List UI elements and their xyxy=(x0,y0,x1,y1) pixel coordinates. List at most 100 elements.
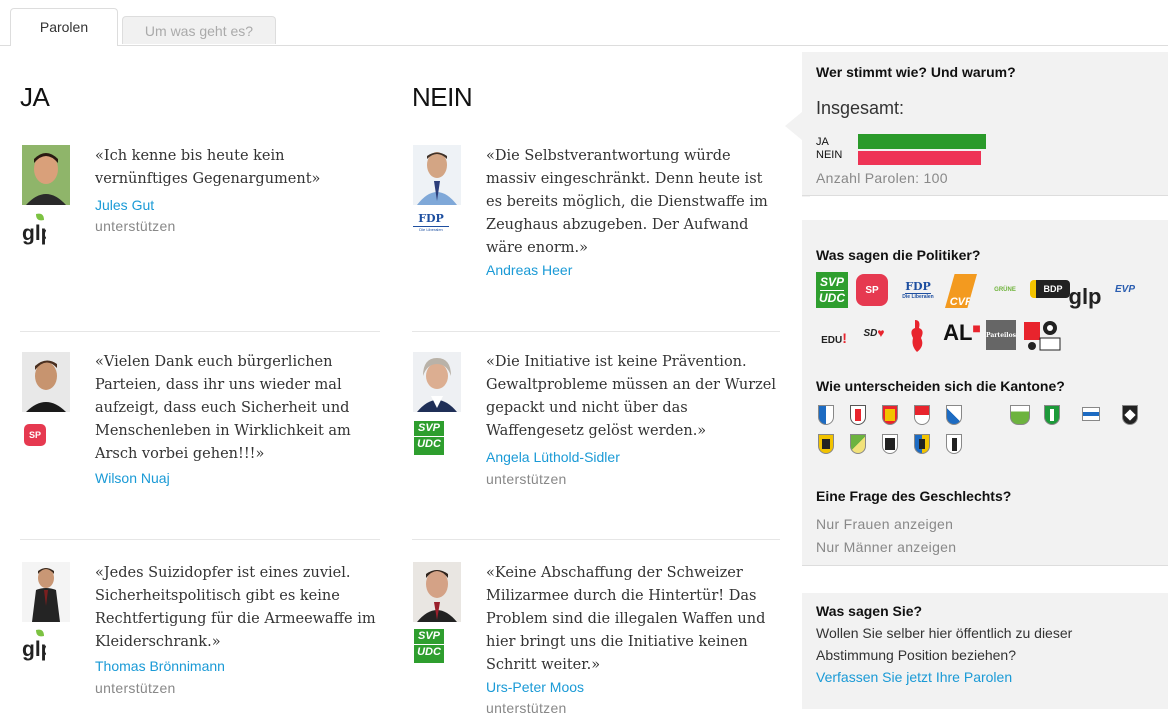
nein-heading: NEIN xyxy=(412,82,473,112)
parteilos-label: Parteilos xyxy=(986,331,1016,339)
nein-quote-1: «Die Selbstverantwortung würde massiv ei… xyxy=(486,148,768,256)
fdp-party-label: FDP xyxy=(905,279,931,294)
tab-um-was-geht-es[interactable]: Um was geht es? xyxy=(122,16,276,44)
svp-logo-bottom: UDC xyxy=(417,646,441,658)
edu-party-label: EDU xyxy=(821,335,843,346)
al-party-button[interactable]: AL ■ xyxy=(942,320,982,346)
canton-appenzell-icon[interactable] xyxy=(1122,405,1138,425)
summary-overall: Insgesamt: xyxy=(816,98,905,118)
canton-zug-icon[interactable] xyxy=(1082,407,1100,421)
women-filter-link[interactable]: Nur Frauen anzeigen xyxy=(816,516,953,532)
nein-name-2[interactable]: Angela Lüthold-Sidler xyxy=(486,449,620,465)
fdp-party-button[interactable]: FDP Die Liberalen xyxy=(900,274,936,306)
edu-party-button[interactable]: EDU! xyxy=(816,320,852,346)
men-filter-link[interactable]: Nur Männer anzeigen xyxy=(816,539,956,555)
ja-quote-1: «Ich kenne bis heute kein vernünftiges G… xyxy=(95,148,321,187)
avatar xyxy=(22,145,70,205)
svp-logo-top: SVP xyxy=(414,629,444,645)
canton-schaffhausen-icon[interactable] xyxy=(850,405,866,425)
canton-solothurn-icon[interactable] xyxy=(914,405,930,425)
fdp-party-sub: Die Liberalen xyxy=(902,293,934,300)
nein-quote-2: «Die Initiative ist keine Prävention. Ge… xyxy=(486,354,777,439)
cvp-party-label: CVP xyxy=(949,296,973,308)
canton-thurgau-icon[interactable] xyxy=(1010,405,1030,425)
svp-logo-top: SVP xyxy=(414,421,444,437)
fdp-logo: FDP Die Liberalen xyxy=(413,212,449,233)
avatar xyxy=(22,352,70,412)
svg-text:glp: glp xyxy=(22,222,46,245)
tab-parolen[interactable]: Parolen xyxy=(10,8,118,46)
nein-bar xyxy=(858,151,981,165)
ja-quote-3: «Jedes Suizidopfer ist eines zuviel. Sic… xyxy=(95,565,376,650)
nein-quote-3: «Keine Abschaffung der Schweizer Milizar… xyxy=(486,565,766,673)
canton-bern-icon[interactable] xyxy=(882,405,898,425)
canton-basel-icon[interactable] xyxy=(946,434,962,454)
canton-figure-icon xyxy=(855,409,861,421)
ja-support-3[interactable]: unterstützen xyxy=(95,680,176,696)
canton-lion-icon xyxy=(822,439,830,449)
parolen-count: Anzahl Parolen: 100 xyxy=(816,170,948,186)
your-opinion-text-2: Abstimmung Position beziehen? xyxy=(816,647,1017,663)
avatar xyxy=(413,352,461,412)
canton-obwalden-icon[interactable] xyxy=(914,434,930,454)
svp-logo: SVP UDC xyxy=(414,629,444,663)
summary-panel: Wer stimmt wie? Und warum? Insgesamt: JA… xyxy=(802,52,1168,196)
gruene-party-button[interactable]: GRÜNE xyxy=(985,280,1025,300)
sp-party-label: SP xyxy=(865,284,879,296)
divider xyxy=(20,331,380,332)
fdp-logo-sub: Die Liberalen xyxy=(419,227,443,232)
your-opinion-text-1: Wollen Sie selber hier öffentlich zu die… xyxy=(816,625,1073,641)
nein-support-3[interactable]: unterstützen xyxy=(486,700,567,716)
sd-party-button[interactable]: SD ♥ xyxy=(856,322,892,344)
sp-party-button[interactable]: SP xyxy=(856,274,888,306)
ja-name-3[interactable]: Thomas Brönnimann xyxy=(95,658,225,674)
nein-bar-label: NEIN xyxy=(816,149,843,161)
glp-logo: glp xyxy=(22,628,54,667)
udc-party-label: UDC xyxy=(819,290,845,305)
avatar xyxy=(413,562,461,622)
nein-name-1[interactable]: Andreas Heer xyxy=(486,262,572,278)
canton-star-icon xyxy=(1124,409,1136,421)
divider xyxy=(412,331,780,332)
bdp-party-button[interactable]: BDP xyxy=(1030,280,1070,298)
avatar xyxy=(22,562,70,622)
lega-party-button[interactable] xyxy=(906,316,928,356)
ja-name-1[interactable]: Jules Gut xyxy=(95,197,154,213)
svp-logo-bottom: UDC xyxy=(417,438,441,450)
canton-glarus-icon[interactable] xyxy=(818,434,834,454)
canton-fasces-icon xyxy=(1050,409,1054,421)
svp-party-button[interactable]: SVP UDC xyxy=(816,272,848,308)
ja-support-1[interactable]: unterstützen xyxy=(95,218,176,234)
evp-party-button[interactable]: EVP xyxy=(1108,280,1142,298)
write-parolen-link[interactable]: Verfassen Sie jetzt Ihre Parolen xyxy=(816,669,1012,685)
nein-support-2[interactable]: unterstützen xyxy=(486,471,567,487)
politicians-panel: Was sagen die Politiker? SVP UDC SP FDP … xyxy=(802,220,1168,566)
canton-st-gallen-icon[interactable] xyxy=(1044,405,1060,425)
canton-ram-icon xyxy=(885,438,895,450)
evp-party-label: EVP xyxy=(1114,283,1135,295)
glp-party-label: glp xyxy=(1068,284,1102,309)
ja-bar-label: JA xyxy=(816,136,829,148)
ja-name-2[interactable]: Wilson Nuaj xyxy=(95,470,170,486)
bdp-party-label: BDP xyxy=(1043,284,1063,294)
mixed-party-icon[interactable] xyxy=(1020,318,1066,352)
fdp-logo-main: FDP xyxy=(413,212,449,227)
divider xyxy=(20,539,380,540)
canton-uri-icon[interactable] xyxy=(818,405,834,425)
canton-luzern-icon[interactable] xyxy=(946,405,962,425)
nein-name-3[interactable]: Urs-Peter Moos xyxy=(486,679,584,695)
your-opinion-panel: Was sagen Sie? Wollen Sie selber hier öf… xyxy=(802,593,1168,709)
ja-heading: JA xyxy=(20,82,50,112)
politicians-title: Was sagen die Politiker? xyxy=(816,247,981,263)
canton-schwyz-icon[interactable] xyxy=(882,434,898,454)
canton-staff-icon xyxy=(951,438,957,451)
sp-logo: SP xyxy=(24,424,46,446)
canton-key-icon xyxy=(919,439,925,449)
cvp-party-button[interactable]: CVP xyxy=(945,274,977,308)
svg-text:glp: glp xyxy=(22,638,46,661)
glp-party-button[interactable]: glp xyxy=(1068,272,1102,310)
gender-title: Eine Frage des Geschlechts? xyxy=(816,488,1012,504)
canton-aargau-icon[interactable] xyxy=(850,434,866,454)
parteilos-button[interactable]: Parteilos xyxy=(986,320,1016,350)
gruene-party-label: GRÜNE xyxy=(994,287,1016,293)
